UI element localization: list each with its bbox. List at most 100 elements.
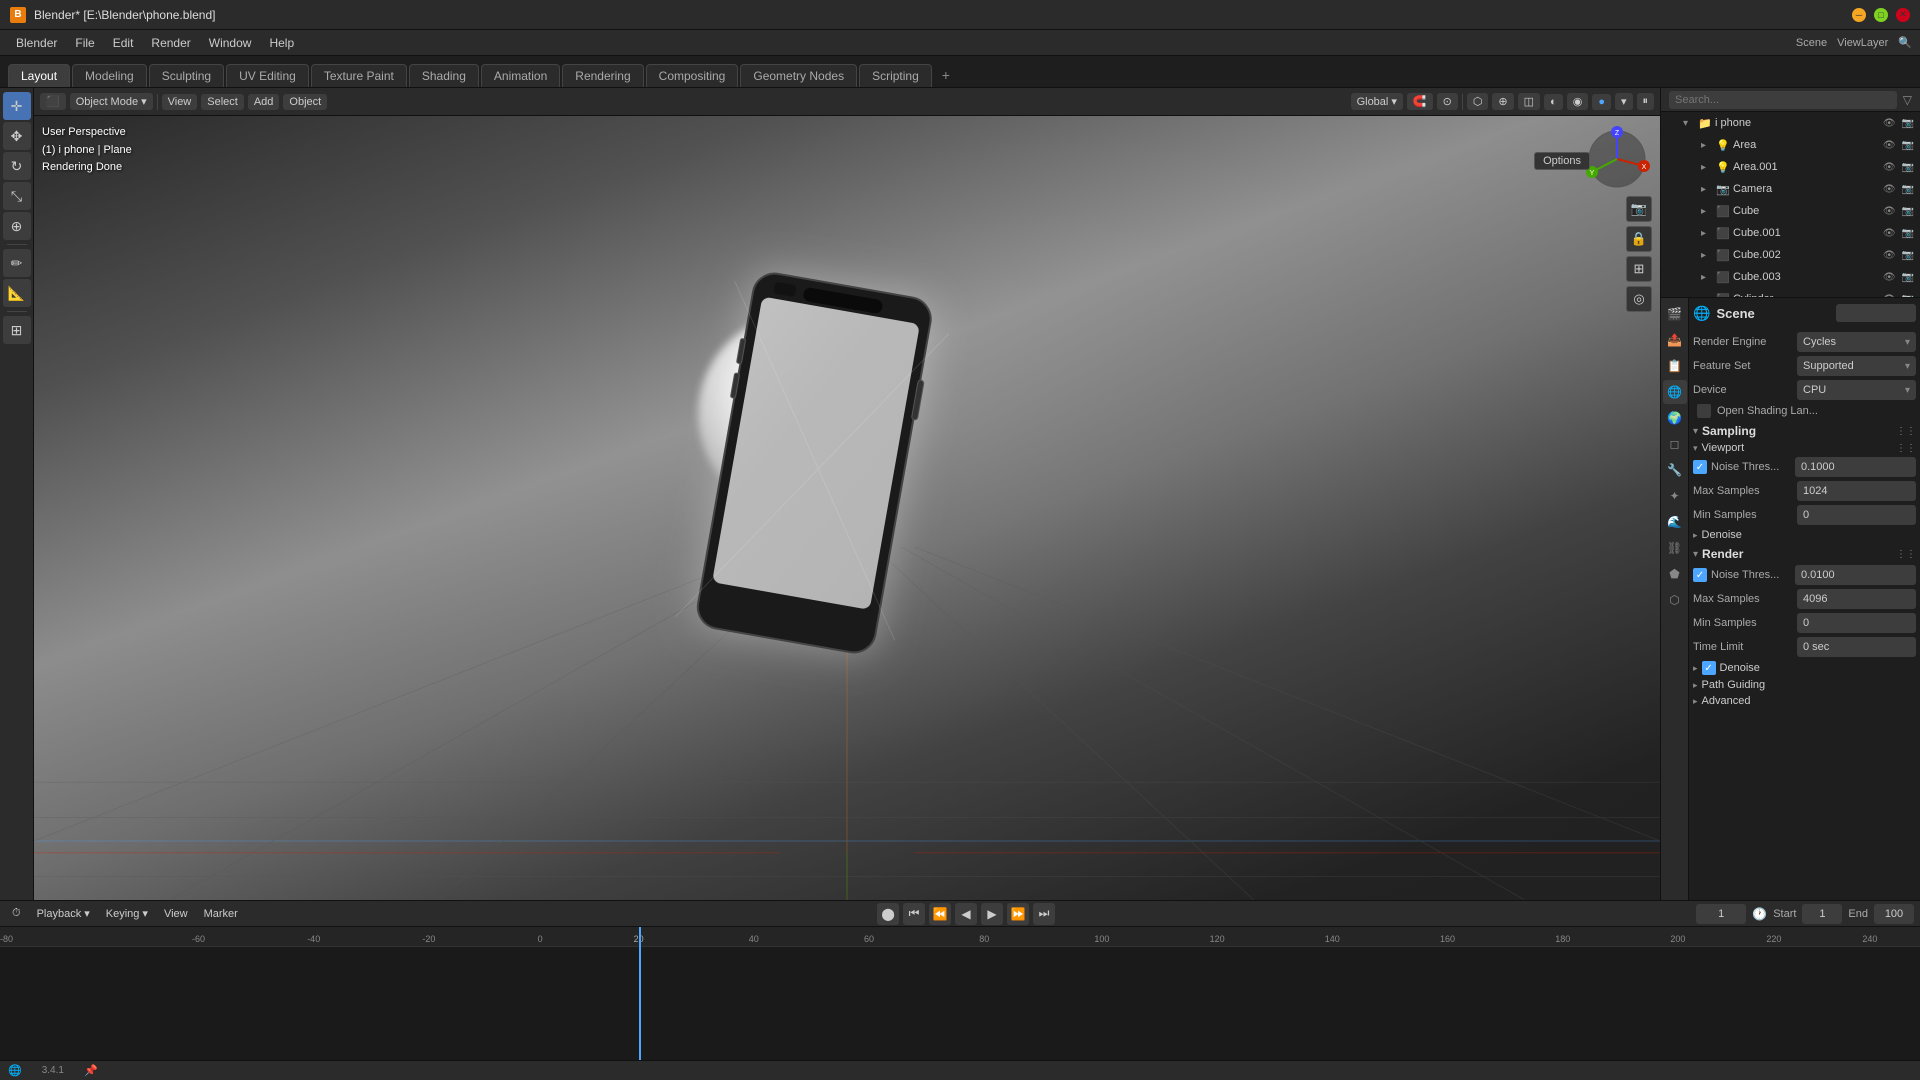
expand-icon[interactable]: ▸ [1701, 184, 1713, 195]
menu-file[interactable]: File [67, 34, 102, 52]
close-button[interactable]: ✕ [1896, 8, 1910, 22]
visibility-icon[interactable]: 👁 [1881, 117, 1898, 130]
visibility-icon[interactable]: 👁 [1881, 227, 1898, 240]
render-icon[interactable]: 📷 [1900, 161, 1916, 174]
viewport-shading-material[interactable]: ◉ [1567, 93, 1589, 110]
constraints-props-icon[interactable]: ⛓ [1663, 536, 1687, 560]
timeline-editor-type[interactable]: ⏱ [6, 905, 27, 922]
outliner-item-cylinder[interactable]: ▸ ⬛ Cylinder 👁 📷 [1661, 288, 1920, 297]
outliner-search[interactable] [1669, 91, 1897, 109]
visibility-icon[interactable]: 👁 [1881, 249, 1898, 262]
outliner-item-area001[interactable]: ▸ 💡 Area.001 👁 📷 [1661, 156, 1920, 178]
render-icon[interactable]: 📷 [1900, 293, 1916, 298]
play-reverse[interactable]: ◀ [955, 903, 977, 925]
menu-edit[interactable]: Edit [105, 34, 142, 52]
render-section-options[interactable]: ⋮⋮ [1896, 549, 1916, 560]
pause-render[interactable]: ⏸ [1637, 93, 1655, 110]
visibility-icon[interactable]: 👁 [1881, 183, 1898, 196]
feature-set-dropdown[interactable]: Supported [1797, 356, 1916, 376]
render-engine-dropdown[interactable]: Cycles [1797, 332, 1916, 352]
render-icon[interactable]: 📷 [1900, 271, 1916, 284]
outliner-item-area[interactable]: ▸ 💡 Area 👁 📷 [1661, 134, 1920, 156]
render-icon[interactable]: 📷 [1900, 117, 1916, 130]
outliner-item-cube002[interactable]: ▸ ⬛ Cube.002 👁 📷 [1661, 244, 1920, 266]
expand-icon[interactable]: ▸ [1701, 206, 1713, 217]
search-icon[interactable]: 🔍 [1898, 36, 1912, 49]
modifier-props-icon[interactable]: 🔧 [1663, 458, 1687, 482]
scene-props-icon[interactable]: 🌐 [1663, 380, 1687, 404]
time-limit-field[interactable]: 0 sec [1797, 637, 1916, 657]
data-props-icon[interactable]: ⬟ [1663, 562, 1687, 586]
visibility-icon[interactable]: 👁 [1881, 139, 1898, 152]
keying-menu[interactable]: Keying ▾ [100, 905, 154, 922]
tab-animation[interactable]: Animation [481, 64, 560, 87]
jump-to-end[interactable]: ⏭ [1033, 903, 1055, 925]
expand-icon[interactable]: ▸ [1701, 250, 1713, 261]
world-props-icon[interactable]: 🌍 [1663, 406, 1687, 430]
overlay-toggle[interactable]: ⬡ [1467, 93, 1489, 110]
play-button[interactable]: ▶ [981, 903, 1003, 925]
mode-selector[interactable]: Object Mode ▾ [70, 93, 153, 110]
editor-type-selector[interactable]: ⬛ [40, 93, 66, 110]
material-props-icon[interactable]: ⬡ [1663, 588, 1687, 612]
min-samples-viewport-field[interactable]: 0 [1797, 505, 1916, 525]
tab-geometry-nodes[interactable]: Geometry Nodes [740, 64, 857, 87]
render-icon[interactable]: 📷 [1900, 205, 1916, 218]
view-lock-button[interactable]: 🔒 [1626, 226, 1652, 252]
outliner-item-cube003[interactable]: ▸ ⬛ Cube.003 👁 📷 [1661, 266, 1920, 288]
tab-uv-editing[interactable]: UV Editing [226, 64, 309, 87]
visibility-icon[interactable]: 👁 [1881, 293, 1898, 298]
viewport-shading-rendered[interactable]: ● [1592, 94, 1611, 110]
physics-props-icon[interactable]: 🌊 [1663, 510, 1687, 534]
cursor-tool[interactable]: ✛ [3, 92, 31, 120]
jump-to-start[interactable]: ⏮ [903, 903, 925, 925]
device-dropdown[interactable]: CPU [1797, 380, 1916, 400]
visibility-icon[interactable]: 👁 [1881, 205, 1898, 218]
noise-thresh-render-checkbox[interactable]: ✓ [1693, 568, 1707, 582]
object-props-icon[interactable]: ◻ [1663, 432, 1687, 456]
tab-scripting[interactable]: Scripting [859, 64, 932, 87]
viewport-3d[interactable]: User Perspective (1) i phone | Plane Ren… [34, 116, 1660, 900]
particles-props-icon[interactable]: ✦ [1663, 484, 1687, 508]
tab-shading[interactable]: Shading [409, 64, 479, 87]
expand-icon[interactable]: ▸ [1701, 162, 1713, 173]
step-forward[interactable]: ⏩ [1007, 903, 1029, 925]
render-icon[interactable]: 📷 [1900, 139, 1916, 152]
sampling-options[interactable]: ⋮⋮ [1896, 426, 1916, 437]
object-menu[interactable]: Object [283, 94, 327, 110]
expand-icon[interactable]: ▸ [1701, 228, 1713, 239]
minimize-button[interactable]: ─ [1852, 8, 1866, 22]
path-guiding-header[interactable]: ▸ Path Guiding [1693, 679, 1916, 691]
noise-thresh-render-field[interactable]: 0.0100 [1795, 565, 1916, 585]
scale-tool[interactable]: ⤡ [3, 182, 31, 210]
render-icon[interactable]: 📷 [1900, 249, 1916, 262]
current-frame-input[interactable] [1696, 904, 1746, 924]
visibility-icon[interactable]: 👁 [1881, 161, 1898, 174]
gizmo-toggle[interactable]: ⊕ [1492, 93, 1513, 110]
advanced-header[interactable]: ▸ Advanced [1693, 695, 1916, 707]
viewport-sub-options[interactable]: ⋮⋮ [1896, 443, 1916, 454]
playback-menu[interactable]: Playback ▾ [31, 905, 96, 922]
add-menu[interactable]: Add [248, 94, 280, 110]
maximize-button[interactable]: □ [1874, 8, 1888, 22]
keyframe-toggle[interactable]: ⬤ [877, 903, 899, 925]
step-back[interactable]: ⏪ [929, 903, 951, 925]
collection-visibility[interactable]: ⊞ [1626, 256, 1652, 282]
noise-thresh-viewport-field[interactable]: 0.1000 [1795, 457, 1916, 477]
denoise-render-checkbox[interactable]: ✓ [1702, 661, 1716, 675]
menu-render[interactable]: Render [143, 34, 198, 52]
outliner-filter-icon[interactable]: ▽ [1903, 93, 1912, 107]
local-view-button[interactable]: ◎ [1626, 286, 1652, 312]
tab-sculpting[interactable]: Sculpting [149, 64, 224, 87]
tab-layout[interactable]: Layout [8, 64, 70, 87]
start-frame-input[interactable] [1802, 904, 1842, 924]
shading-options[interactable]: ▾ [1615, 93, 1633, 110]
expand-icon[interactable]: ▾ [1683, 118, 1695, 129]
view-menu[interactable]: View [162, 94, 198, 110]
rotate-tool[interactable]: ↻ [3, 152, 31, 180]
viewport-gizmo[interactable]: Z X Y [1582, 124, 1652, 194]
tab-compositing[interactable]: Compositing [646, 64, 739, 87]
noise-thresh-viewport-checkbox[interactable]: ✓ [1693, 460, 1707, 474]
visibility-icon[interactable]: 👁 [1881, 271, 1898, 284]
tab-texture-paint[interactable]: Texture Paint [311, 64, 407, 87]
